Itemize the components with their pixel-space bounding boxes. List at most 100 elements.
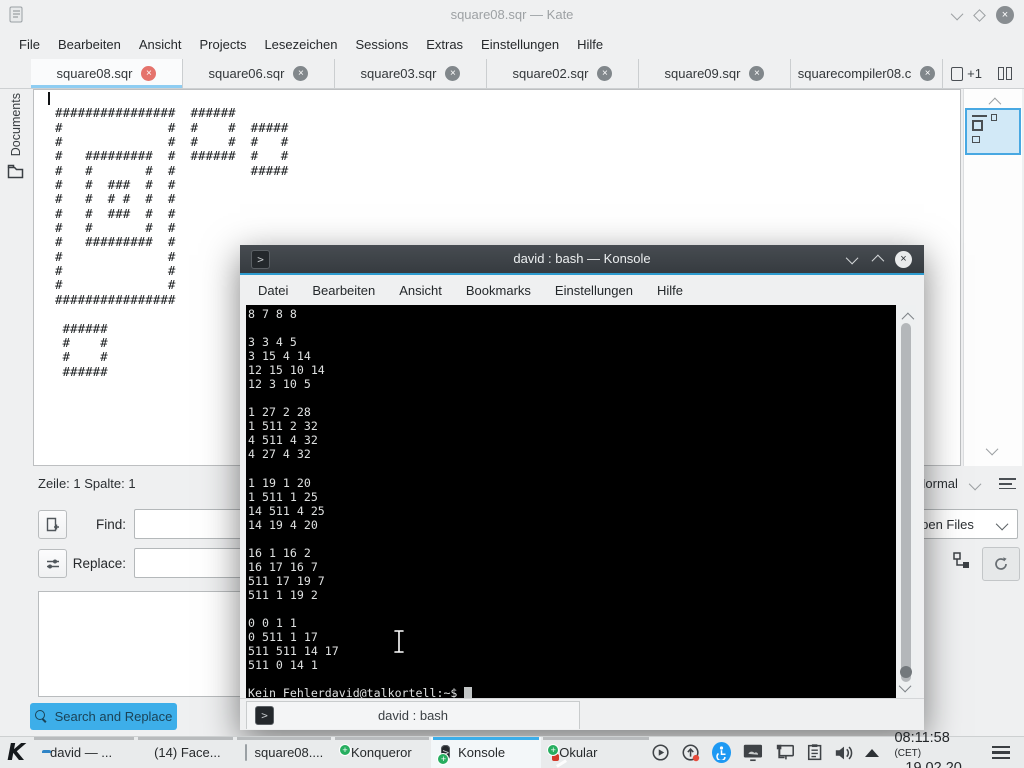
tab-close-icon[interactable]: × [141, 66, 157, 81]
tab-label: square09.sqr [664, 66, 741, 81]
editor-line: # # # # # # [55, 191, 176, 207]
editor-tab[interactable]: squarecompiler08.c × [791, 59, 943, 88]
terminal-line: 1 19 1 20 [248, 475, 311, 490]
chevron-down-icon[interactable] [968, 477, 982, 491]
app-launcher-button[interactable]: K [0, 737, 32, 768]
task-okular[interactable]: + Okular [541, 736, 651, 768]
maximize-icon[interactable] [973, 8, 986, 22]
editor-line: # # # # ##### [55, 119, 289, 135]
kate-menu-item[interactable]: Sessions [346, 37, 417, 52]
tree-view-icon[interactable] [952, 551, 971, 570]
terminal-line: 0 511 1 17 [248, 630, 318, 645]
task-firefox[interactable]: (14) Face... [136, 736, 234, 768]
tab-close-icon[interactable]: × [749, 66, 765, 81]
editor-tab[interactable]: square06.sqr × [183, 59, 335, 88]
digital-clock[interactable]: 08:11:58 (CET) 19.02.20 [894, 730, 972, 768]
tab-close-icon[interactable]: × [293, 66, 309, 81]
split-view-icon[interactable] [998, 67, 1012, 80]
media-player-icon[interactable] [651, 742, 670, 763]
editor-line: # # # # [55, 220, 176, 236]
tab-close-icon[interactable]: × [597, 66, 613, 81]
volume-icon[interactable] [834, 743, 854, 763]
system-tray: 08:11:58 (CET) 19.02.20 [651, 730, 1024, 768]
screen-share-icon[interactable] [742, 742, 764, 763]
terminal-line: 3 3 4 5 [248, 335, 297, 350]
refresh-icon [995, 557, 1007, 570]
minimap-viewport[interactable] [965, 108, 1021, 155]
terminal-line: 8 7 8 8 [248, 307, 297, 321]
maximize-icon[interactable] [871, 254, 885, 268]
konsole-menu-item[interactable]: Datei [246, 283, 300, 298]
scroll-down-icon[interactable] [985, 442, 999, 456]
konsole-menu-item[interactable]: Hilfe [645, 283, 695, 298]
editor-tab[interactable]: square03.sqr × [335, 59, 487, 88]
kate-menu-item[interactable]: Projects [190, 37, 255, 52]
terminal-line: 14 511 4 25 [248, 503, 325, 518]
terminal-line: 511 511 14 17 [248, 644, 339, 659]
task-kate[interactable]: square08.... [235, 736, 333, 768]
tab-close-icon[interactable]: × [920, 66, 936, 81]
more-documents-button[interactable]: +1 [951, 66, 982, 81]
kate-tabbar: square08.sqr × square06.sqr × square03.s… [0, 59, 1024, 89]
kate-titlebar[interactable]: square08.sqr — Kate × [0, 0, 1024, 30]
kate-menu-item[interactable]: File [10, 37, 49, 52]
tab-close-icon[interactable]: × [445, 66, 461, 81]
chevron-down-icon [995, 517, 1009, 531]
expand-tray-icon[interactable] [865, 748, 880, 757]
terminal-line: 1 27 2 28 [248, 405, 311, 420]
terminal-cursor [464, 687, 473, 698]
terminal-line: 14 19 4 20 [248, 517, 318, 532]
editor-tab[interactable]: square09.sqr × [639, 59, 791, 88]
konsole-tab[interactable]: > david : bash [246, 701, 580, 729]
documents-tool-button[interactable]: Documents [9, 93, 23, 156]
network-icon[interactable] [775, 742, 795, 763]
kate-menu-item[interactable]: Ansicht [130, 37, 191, 52]
task-dolphin[interactable]: david — ... [32, 736, 136, 768]
indentation-menu-icon[interactable] [999, 478, 1016, 492]
terminal-screen[interactable]: 8 7 8 8 3 3 4 53 15 4 14 12 15 10 14 12 3 1… [246, 305, 896, 698]
terminal-line: 12 15 10 14 [248, 363, 325, 378]
close-icon[interactable]: × [996, 6, 1014, 24]
updates-icon[interactable] [681, 742, 701, 764]
scrollbar-thumb[interactable] [901, 323, 911, 682]
close-icon[interactable]: × [895, 251, 912, 268]
documents-folder-icon [7, 164, 24, 179]
search-and-replace-button[interactable]: Search and Replace [30, 703, 177, 730]
editor-minimap-scrollbar[interactable] [963, 89, 1022, 466]
new-window-badge: + [437, 752, 450, 765]
clock-date: 19.02.20 [905, 759, 962, 768]
panel-menu-icon[interactable] [991, 743, 1011, 762]
konsole-menu-item[interactable]: Bookmarks [454, 283, 543, 298]
terminal-scrollbar[interactable] [896, 305, 916, 698]
konsole-titlebar[interactable]: > david : bash — Konsole × [240, 245, 924, 273]
editor-tab[interactable]: square02.sqr × [487, 59, 639, 88]
terminal-line: 3 15 4 14 [248, 349, 311, 364]
konsole-menu-item[interactable]: Ansicht [387, 283, 454, 298]
kate-menu-item[interactable]: Einstellungen [472, 37, 568, 52]
editor-tab[interactable]: square08.sqr × [31, 59, 183, 88]
terminal-line: 16 1 16 2 [248, 545, 311, 560]
task-konqueror[interactable]: + Konqueror [333, 736, 431, 768]
task-konsole[interactable]: > + Konsole [431, 736, 542, 768]
konsole-menubar: Datei Bearbeiten Ansicht Bookmarks Einstellu… [240, 275, 924, 305]
kate-menu-item[interactable]: Hilfe [568, 37, 612, 52]
clipboard-icon[interactable] [806, 742, 823, 763]
kate-menubar: File Bearbeiten Ansicht Projects Lesezeichen… [0, 30, 1024, 59]
more-documents-count: +1 [967, 66, 982, 81]
kate-menu-item[interactable]: Bearbeiten [49, 37, 130, 52]
kate-menu-item[interactable]: Extras [417, 37, 472, 52]
editor-line: # # # # ##### [55, 162, 289, 178]
text-caret [48, 92, 50, 105]
editor-line: # # ### # # [55, 205, 176, 221]
scroll-down-icon[interactable] [898, 679, 912, 693]
konsole-menu-item[interactable]: Einstellungen [543, 283, 645, 298]
kate-menu-item[interactable]: Lesezeichen [255, 37, 346, 52]
konsole-menu-item[interactable]: Bearbeiten [300, 283, 387, 298]
refresh-button[interactable] [982, 547, 1020, 581]
accessibility-icon[interactable] [712, 742, 732, 763]
